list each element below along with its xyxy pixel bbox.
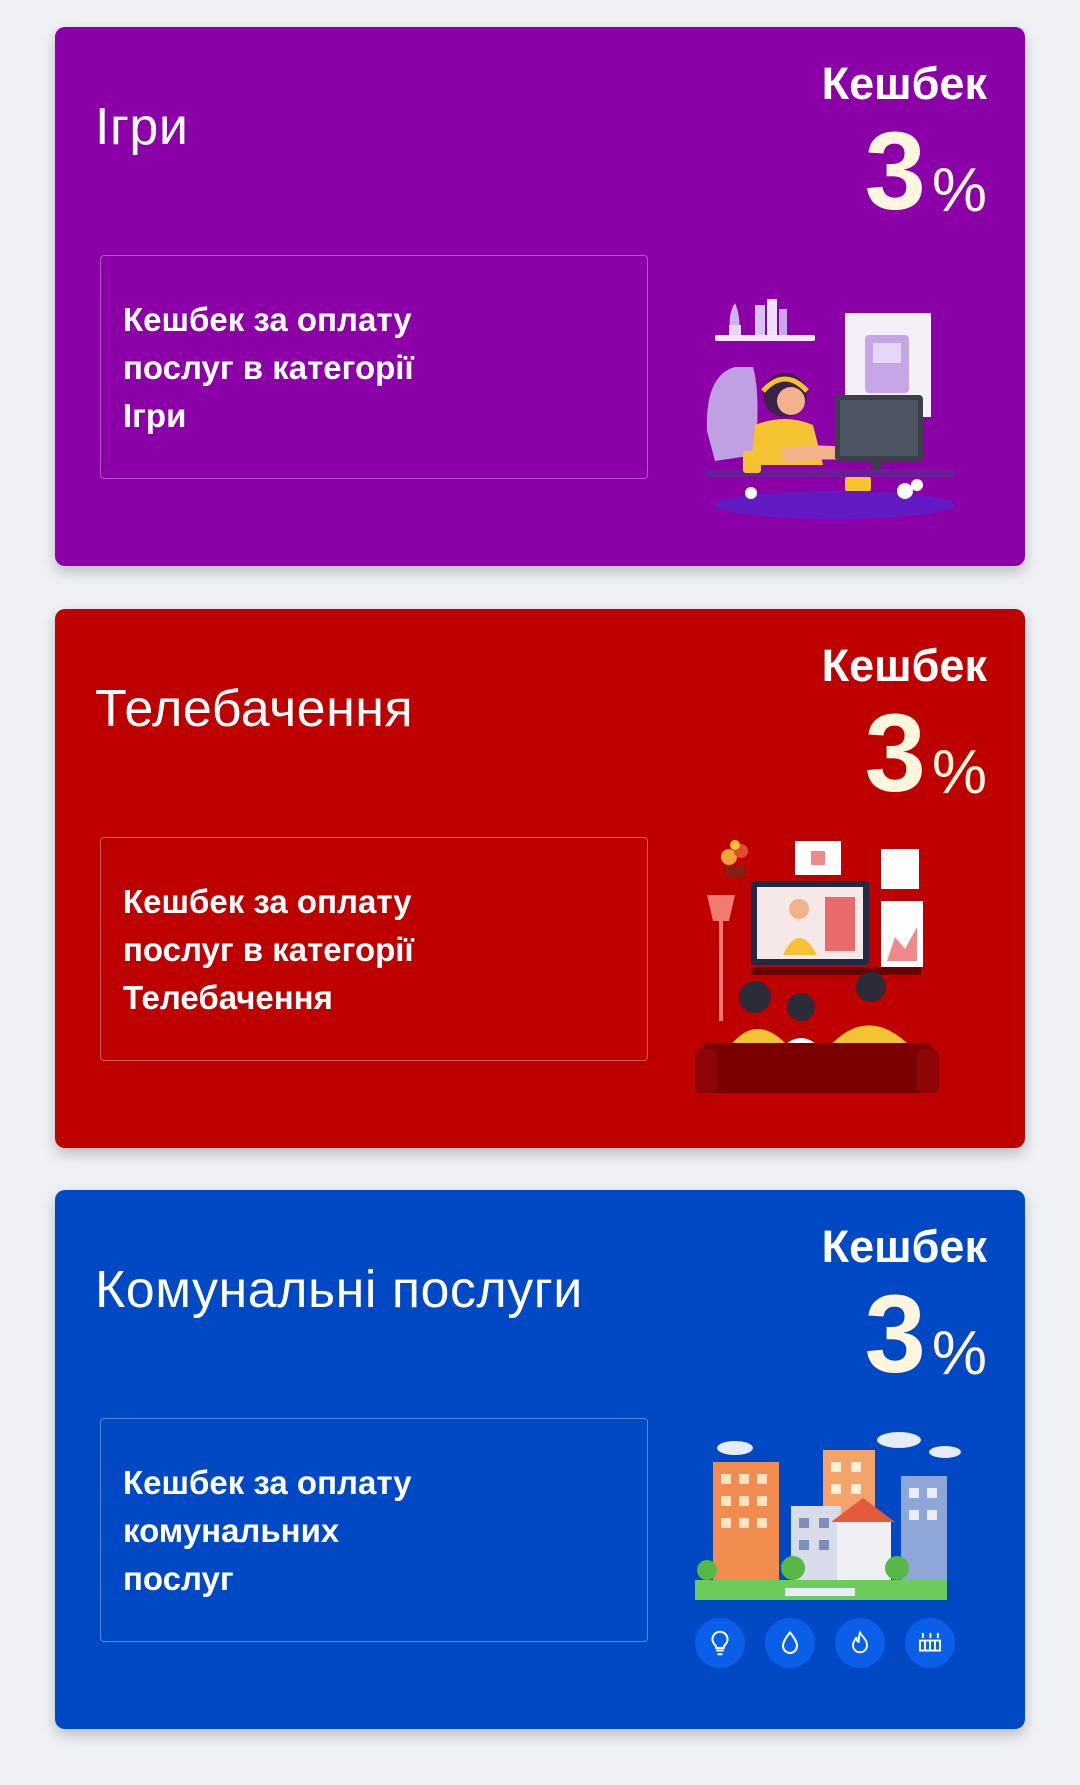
card-description: Кешбек за оплату послуг в категорії Ігри [100, 255, 648, 479]
description-line: послуг в категорії [123, 931, 414, 968]
description-line: Ігри [123, 397, 187, 434]
gas-flame-icon [835, 1618, 885, 1668]
cashback-rate-number: 3 [864, 110, 926, 233]
cashback-card-games[interactable]: Ігри Кешбек 3 % Кешбек за оплату послуг … [55, 27, 1025, 566]
cashback-label: Кешбек [821, 640, 987, 691]
description-line: послуг в категорії [123, 349, 414, 386]
card-description: Кешбек за оплату комунальних послуг [100, 1418, 648, 1642]
water-drop-icon [765, 1618, 815, 1668]
description-line: комунальних [123, 1512, 340, 1549]
cashback-rate: 3 % [865, 1280, 987, 1390]
city-buildings-illustration [695, 1432, 961, 1600]
cashback-card-tv[interactable]: Телебачення Кешбек 3 % Кешбек за оплату … [55, 609, 1025, 1148]
description-line: Телебачення [123, 979, 333, 1016]
description-line: Кешбек за оплату [123, 1464, 412, 1501]
cashback-rate-percent: % [931, 156, 987, 225]
cashback-rate-percent: % [931, 1319, 987, 1388]
lightbulb-icon [695, 1618, 745, 1668]
cashback-rate: 3 % [865, 699, 987, 809]
cashback-label: Кешбек [821, 58, 987, 109]
description-line: Кешбек за оплату [123, 301, 412, 338]
gamer-illustration [705, 299, 955, 519]
description-line: Кешбек за оплату [123, 883, 412, 920]
description-line: послуг [123, 1560, 234, 1597]
card-title: Комунальні послуги [95, 1261, 583, 1319]
radiator-icon [905, 1618, 955, 1668]
tv-watching-illustration [695, 840, 939, 1093]
card-title: Телебачення [95, 680, 414, 738]
cashback-rate: 3 % [865, 117, 987, 227]
cashback-rate-number: 3 [864, 1273, 926, 1396]
cashback-rate-percent: % [931, 738, 987, 807]
cashback-label: Кешбек [821, 1221, 987, 1272]
card-description: Кешбек за оплату послуг в категорії Теле… [100, 837, 648, 1061]
cashback-card-utilities[interactable]: Комунальні послуги Кешбек 3 % Кешбек за … [55, 1190, 1025, 1729]
card-title: Ігри [95, 98, 189, 156]
cashback-rate-number: 3 [864, 692, 926, 815]
utility-icons-row [695, 1618, 955, 1670]
